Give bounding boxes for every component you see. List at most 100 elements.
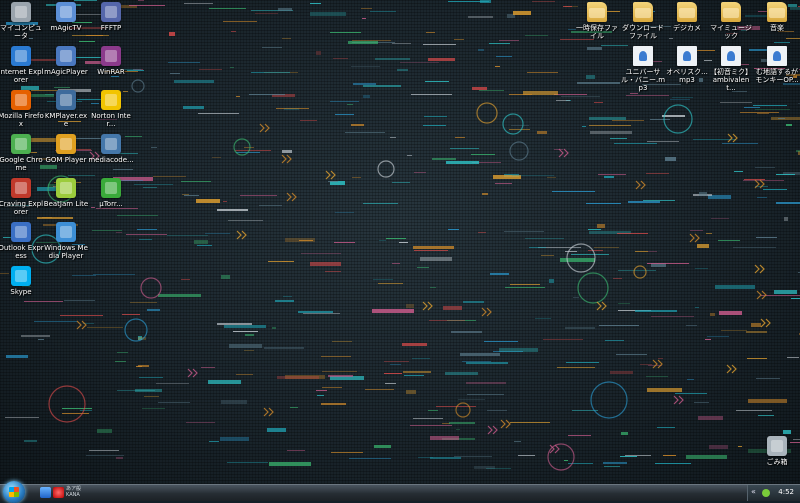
wallpaper-line (547, 177, 556, 178)
wallpaper-line (648, 251, 657, 252)
quick-launch-media-icon[interactable] (53, 487, 64, 498)
wallpaper-chevron (635, 180, 646, 190)
wallpaper-line (744, 179, 765, 180)
wallpaper-line (442, 423, 450, 424)
desktop-icon-internet-explorer[interactable]: Internet Explorer (0, 46, 44, 84)
desktop-icon-recycle-bin[interactable]: ごみ箱 (754, 436, 800, 466)
wallpaper-chevron (281, 154, 292, 164)
wallpaper-line (663, 455, 676, 456)
wallpaper-chevron (558, 148, 569, 158)
desktop-icon-kmplayer[interactable]: KMPlayer.exe (43, 90, 89, 128)
wallpaper-line (537, 131, 547, 134)
wallpaper-line (375, 58, 410, 60)
wallpaper-line (412, 358, 430, 359)
desktop-icon-magicplayer[interactable]: mAgicPlayer (43, 46, 89, 76)
wallpaper-line (331, 452, 363, 453)
wallpaper-line (89, 450, 119, 451)
wallpaper-line (363, 203, 398, 204)
desktop-icon-norton[interactable]: Norton Inter... (88, 90, 134, 128)
wallpaper-line (209, 8, 246, 9)
ffftp-icon (101, 2, 121, 22)
language-bar[interactable]: あア般 KANA (66, 486, 81, 498)
wallpaper-line (709, 445, 728, 449)
wallpaper-line (757, 113, 769, 114)
wallpaper-line (86, 35, 103, 36)
clock[interactable]: 4:52 (778, 488, 794, 496)
wallpaper-line (563, 6, 572, 7)
desktop-icon-folder[interactable]: 一時保存ファイル (574, 2, 620, 40)
wallpaper-line (245, 334, 254, 336)
wallpaper-line (753, 105, 787, 106)
wallpaper-chevron (259, 123, 270, 133)
desktop-icon-label: BeatJam Lite (43, 200, 89, 208)
desktop-icon-mediacoder[interactable]: mediacode... (88, 134, 134, 164)
wallpaper-line (333, 58, 348, 59)
wallpaper-line (209, 441, 219, 442)
wallpaper-line (138, 0, 144, 1)
wallpaper-line (414, 172, 426, 173)
wallpaper-line (115, 361, 126, 362)
desktop-icon-audio-file[interactable]: ユニバーサル・バニー.mp3 (620, 46, 666, 92)
wallpaper-line (599, 325, 639, 326)
wallpaper-line (778, 118, 785, 119)
wallpaper-line (774, 42, 790, 43)
desktop-icon-craving-explorer[interactable]: Craving Explorer (0, 178, 44, 216)
wallpaper-line (791, 298, 800, 299)
wallpaper-line (512, 175, 554, 176)
desktop-icon-computer[interactable]: マイコンピュータ (0, 2, 44, 40)
desktop-icon-winrar[interactable]: WinRAR (88, 46, 134, 76)
wallpaper-line (352, 40, 391, 41)
desktop-icon-folder[interactable]: デジカメ (664, 2, 710, 32)
wallpaper-line (283, 296, 292, 297)
wallpaper-line (511, 125, 529, 126)
wallpaper-line (170, 73, 180, 74)
wallpaper-line (300, 120, 317, 121)
wallpaper-line (233, 331, 258, 332)
wallpaper-line (445, 372, 478, 375)
audio-file-icon (677, 46, 697, 66)
wallpaper-line (361, 8, 372, 9)
desktop-icon-gom-player[interactable]: GOM Player (43, 134, 89, 164)
show-hidden-icons-button[interactable]: « (751, 487, 756, 496)
wallpaper-line (561, 96, 600, 97)
desktop-icon-chrome[interactable]: Google Chrome (0, 134, 44, 172)
wallpaper-line (472, 87, 487, 90)
wallpaper-line (525, 238, 564, 239)
desktop-icon-beatjam[interactable]: BeatJam Lite (43, 178, 89, 208)
wallpaper-line (240, 195, 277, 196)
network-icon[interactable] (762, 489, 770, 497)
desktop-icon-folder[interactable]: 音楽 (754, 2, 800, 32)
desktop-icon-ffftp[interactable]: FFFTP (88, 2, 134, 32)
desktop-icon-firefox[interactable]: Mozilla Firefox (0, 90, 44, 128)
wallpaper-ring (547, 443, 575, 471)
desktop-icon-utorrent[interactable]: µTorr... (88, 178, 134, 208)
desktop-icon-label: KMPlayer.exe (44, 112, 88, 128)
wallpaper-line (577, 82, 620, 84)
wallpaper-line (657, 427, 675, 428)
wallpaper-line (586, 203, 621, 204)
wallpaper-line (392, 263, 400, 264)
wallpaper-ring (48, 385, 86, 423)
wallpaper-ring (502, 113, 524, 135)
wallpaper-line (184, 195, 199, 196)
desktop-icon-magictv[interactable]: mAgicTV (43, 2, 89, 32)
desktop-icon-audio-file[interactable]: オベリスク...mp3 (664, 46, 710, 84)
kmplayer-icon (56, 90, 76, 110)
desktop-icon-folder[interactable]: ダウンロードファイル (620, 2, 666, 40)
desktop-icon-audio-file[interactable]: む地語するがモンキーOP... (754, 46, 800, 84)
wallpaper-line (310, 12, 346, 16)
desktop-icon-windows-media-player[interactable]: Windows Media Player (43, 222, 89, 260)
skype-icon (11, 266, 31, 286)
desktop-icon-label: Mozilla Firefox (0, 112, 44, 128)
desktop-icon-audio-file[interactable]: 【初音ミク】ambivalent... (708, 46, 754, 92)
wallpaper-line (236, 374, 253, 375)
show-desktop-icon[interactable] (40, 487, 51, 498)
wallpaper-line (763, 189, 787, 190)
desktop-icon-outlook-express[interactable]: Outlook Express (0, 222, 44, 260)
wallpaper-line (783, 430, 791, 434)
folder-icon (721, 2, 741, 22)
wallpaper-line (96, 208, 138, 209)
desktop-icon-folder[interactable]: マイミュージック (708, 2, 754, 40)
desktop-icon-skype[interactable]: Skype (0, 266, 44, 296)
wallpaper-line (565, 251, 577, 252)
